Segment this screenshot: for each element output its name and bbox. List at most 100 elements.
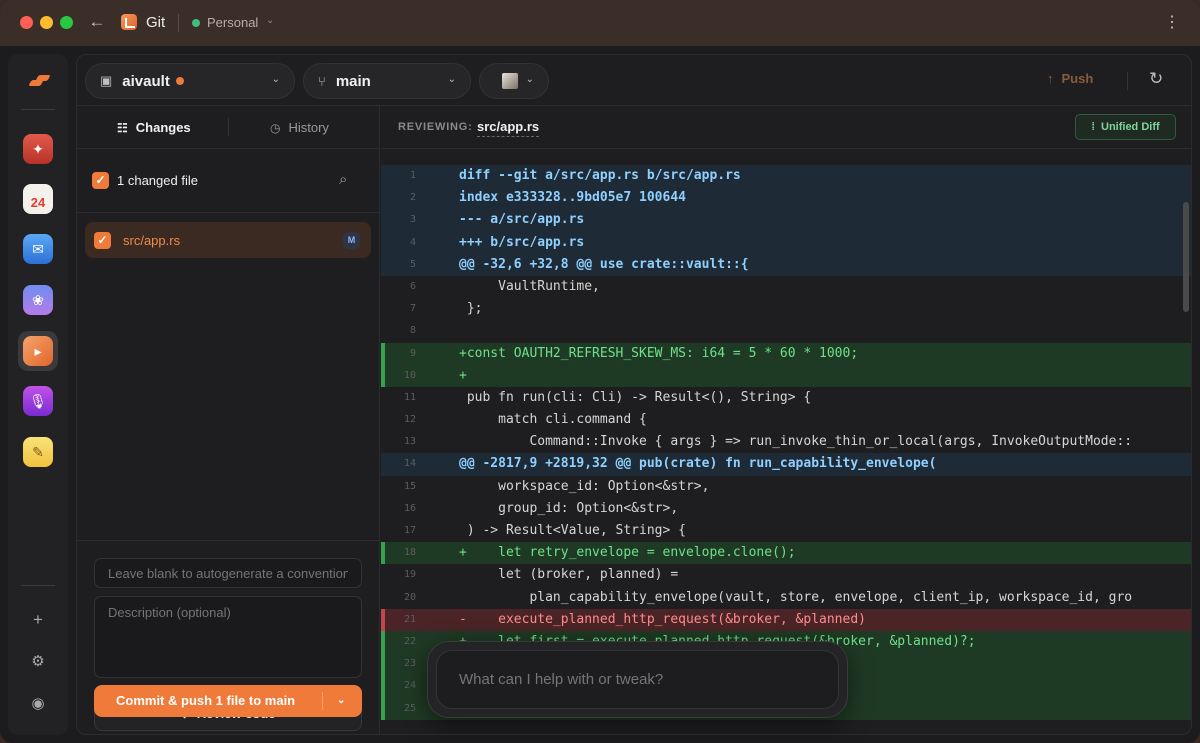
lotus-icon[interactable]: ❀	[23, 285, 53, 315]
tab-history-label: History	[288, 120, 329, 135]
line-code: pub fn run(cli: Cli) -> Result<(), Strin…	[459, 389, 812, 405]
line-code: group_id: Option<&str>,	[459, 500, 679, 516]
notes-icon[interactable]: ✎	[23, 437, 53, 467]
list-item[interactable]: ✓ src/app.rs M	[85, 222, 371, 258]
line-code: diff --git a/src/app.rs b/src/app.rs	[459, 168, 741, 183]
commit-label: Commit & push 1 file to main	[116, 693, 296, 708]
tab-history[interactable]: ◷ History	[270, 120, 329, 135]
back-arrow-icon[interactable]: ←	[86, 11, 108, 33]
line-number: 17	[403, 525, 416, 536]
line-number: 24	[403, 680, 416, 692]
diff-line: 6 VaultRuntime,	[381, 276, 1191, 298]
close-window-button[interactable]	[20, 16, 33, 29]
line-number: 21	[403, 613, 416, 625]
minimize-window-button[interactable]	[40, 16, 53, 29]
calendar-day: 24	[30, 194, 46, 210]
plus-icon[interactable]: +	[28, 610, 48, 630]
folder-icon: ▣	[100, 73, 113, 88]
line-number: 1	[409, 170, 416, 181]
diff-line: 2 index e333328..9bd05e7 100644	[381, 187, 1191, 210]
git-app-icon	[121, 14, 137, 30]
app-rail: ✦ 24 ✉ ❀ ▸ 🎙 ✎ + ⚙ ◉	[8, 54, 68, 735]
line-number: 13	[403, 436, 416, 448]
app-title: Git	[146, 14, 166, 31]
zoom-window-button[interactable]	[60, 16, 73, 29]
podcast-icon[interactable]: 🎙	[23, 386, 53, 416]
line-code: ) -> Result<Value, String> {	[459, 523, 686, 538]
diff-line: 8	[381, 320, 1191, 342]
diff-line: 16 group_id: Option<&str>,	[381, 498, 1191, 520]
repo-name: aivault	[122, 72, 170, 90]
workspace-selector[interactable]: Personal	[207, 15, 258, 30]
dictionary-icon[interactable]: ✦	[23, 134, 53, 164]
cube-icon	[502, 73, 518, 89]
discord-icon[interactable]: ◉	[28, 694, 48, 714]
diff-line: 18 + let retry_envelope = envelope.clone(…	[381, 542, 1191, 565]
diff-icon: ⁞	[1091, 121, 1095, 133]
tab-changes[interactable]: ☷ Changes	[117, 120, 191, 135]
commit-divider	[322, 692, 323, 710]
chevron-down-icon[interactable]: ⌄	[337, 685, 345, 717]
app-window: ← Git Personal ⌄ ⋮ ✦ 24 ✉ ❀ ▸ 🎙 ✎ + ⚙ ◉ …	[0, 0, 1200, 743]
assistant-chat	[427, 641, 848, 718]
view-mode-label: Unified Diff	[1101, 121, 1160, 133]
brand-logo-icon[interactable]	[28, 74, 50, 88]
line-code: @@ -2817,9 +2819,32 @@ pub(crate) fn run…	[459, 456, 937, 472]
line-number: 23	[403, 658, 416, 670]
assistant-chat-input[interactable]	[436, 650, 839, 709]
calendar-icon[interactable]: 24	[23, 184, 53, 214]
line-number: 25	[403, 702, 416, 714]
diff-line: 7 };	[381, 298, 1191, 320]
main-panel: ▣ aivault ⌄ ⑂ main ⌄ ⌄ ↑ Push ↻ ☷ Change…	[76, 54, 1192, 735]
tab-changes-label: Changes	[135, 120, 191, 135]
repo-selector[interactable]: ▣ aivault ⌄	[85, 63, 295, 99]
chevron-down-icon: ⌄	[525, 74, 534, 85]
line-number: 20	[403, 591, 416, 603]
repo-toolbar: ▣ aivault ⌄ ⑂ main ⌄ ⌄ ↑ Push ↻	[77, 55, 1191, 106]
unified-diff-toggle[interactable]: ⁞ Unified Diff	[1075, 114, 1176, 140]
toolbar-divider	[1127, 72, 1128, 90]
refresh-icon[interactable]: ↻	[1149, 69, 1163, 89]
arrow-up-icon: ↑	[1047, 71, 1054, 86]
branch-icon: ⑂	[318, 73, 326, 89]
chevron-down-icon[interactable]: ⌄	[266, 15, 274, 26]
more-options-icon[interactable]: ⋮	[1164, 12, 1180, 32]
line-code: plan_capability_envelope(vault, store, e…	[459, 589, 1133, 605]
commit-push-button[interactable]: Commit & push 1 file to main ⌄	[94, 685, 362, 717]
line-number: 16	[403, 502, 416, 514]
push-button[interactable]: ↑ Push	[1047, 71, 1093, 86]
mail-icon[interactable]: ✉	[23, 234, 53, 264]
line-code: @@ -32,6 +32,8 @@ use crate::vault::{	[459, 256, 749, 272]
diff-line: 12 match cli.command {	[381, 409, 1191, 431]
line-number: 14	[403, 458, 416, 470]
diff-line: 11 pub fn run(cli: Cli) -> Result<(), St…	[381, 387, 1191, 409]
line-code: +++ b/src/app.rs	[459, 234, 585, 250]
commit-summary-input[interactable]	[94, 558, 362, 588]
line-code: +const OAUTH2_REFRESH_SKEW_MS: i64 = 5 *…	[459, 345, 859, 361]
git-app-icon[interactable]: ▸	[18, 331, 58, 371]
git-app-tile: ▸	[23, 336, 53, 366]
reviewing-file[interactable]: src/app.rs	[477, 119, 540, 137]
line-number: 11	[403, 391, 416, 403]
line-number: 5	[409, 258, 416, 270]
search-icon[interactable]: ⌕	[339, 171, 347, 188]
line-number: 9	[409, 347, 416, 359]
push-label: Push	[1061, 71, 1094, 86]
branch-selector[interactable]: ⑂ main ⌄	[303, 63, 471, 99]
line-code: --- a/src/app.rs	[459, 212, 585, 228]
file-checkbox[interactable]: ✓	[94, 232, 111, 249]
line-number: 2	[409, 192, 416, 204]
scrollbar[interactable]	[1183, 202, 1189, 312]
commit-description-input[interactable]	[94, 596, 362, 678]
line-code: let (broker, planned) =	[459, 567, 679, 583]
gear-icon[interactable]: ⚙	[28, 652, 48, 672]
select-all-checkbox[interactable]: ✓	[92, 172, 109, 189]
rail-divider	[21, 585, 55, 586]
diff-line: 14 @@ -2817,9 +2819,32 @@ pub(crate) fn r…	[381, 453, 1191, 476]
environment-selector[interactable]: ⌄	[479, 63, 549, 99]
diff-line: 3 --- a/src/app.rs	[381, 209, 1191, 232]
title-bar: ← Git Personal ⌄ ⋮	[0, 0, 1200, 46]
diff-line: 4 +++ b/src/app.rs	[381, 231, 1191, 254]
line-code: + let retry_envelope = envelope.clone();	[459, 545, 796, 561]
changes-panel: ☷ Changes ◷ History ✓ 1 changed file ⌕ ✓ s…	[77, 106, 380, 734]
